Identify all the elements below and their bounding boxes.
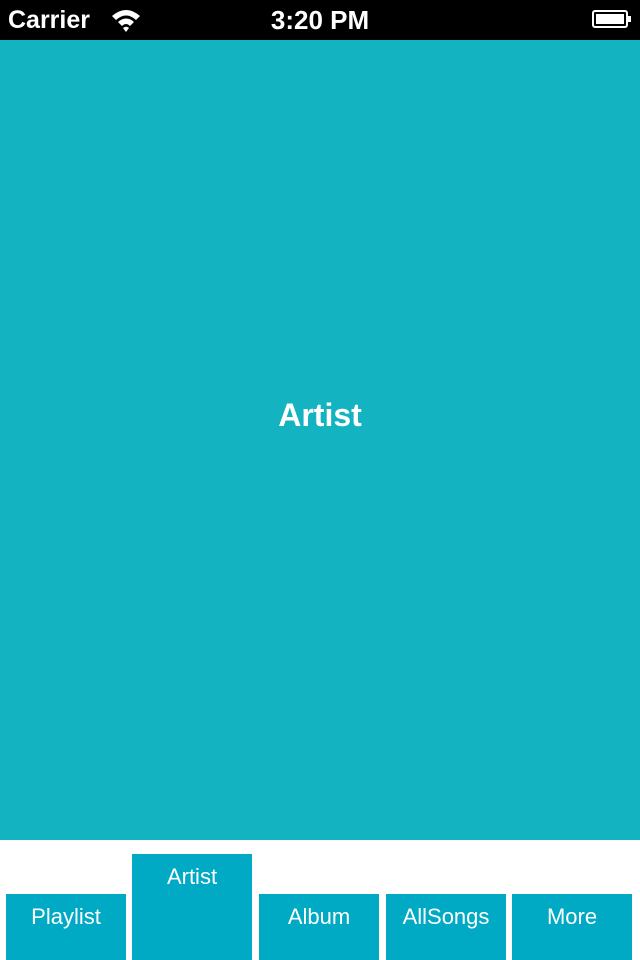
tab-label: Artist [166, 864, 218, 889]
tab-artist[interactable]: Artist [132, 854, 252, 960]
tab-album[interactable]: Album [259, 894, 379, 960]
battery-icon [592, 10, 631, 28]
tab-label: More [546, 904, 598, 929]
tab-playlist[interactable]: Playlist [6, 894, 126, 960]
tab-allsongs[interactable]: AllSongs [386, 894, 506, 960]
page-title: Artist [278, 397, 362, 433]
status-bar: Carrier 3:20 PM [0, 0, 640, 40]
tab-label: Album [287, 904, 351, 929]
tab-bar: Playlist Artist Album AllSongs More [0, 840, 640, 960]
clock-time: 3:20 PM [270, 5, 370, 35]
content-view: Artist [0, 40, 640, 840]
tab-more[interactable]: More [512, 894, 632, 960]
tab-label: AllSongs [402, 904, 490, 929]
tab-label: Playlist [31, 904, 101, 929]
